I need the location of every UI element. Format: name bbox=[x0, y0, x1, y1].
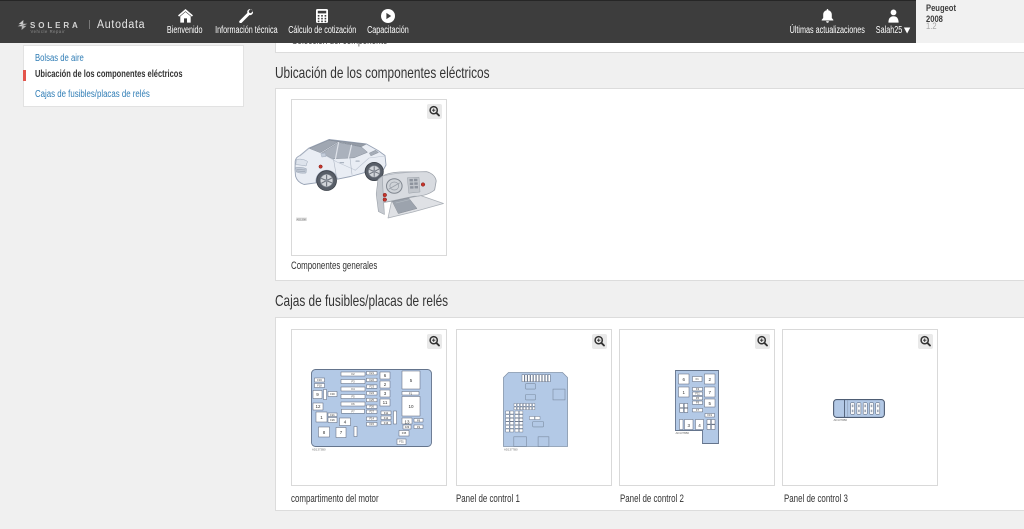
svg-text:10: 10 bbox=[408, 404, 414, 409]
svg-text:F35: F35 bbox=[402, 431, 407, 435]
svg-text:AD1373B0: AD1373B0 bbox=[312, 448, 326, 452]
svg-text:F24: F24 bbox=[369, 391, 374, 395]
svg-text:F21: F21 bbox=[330, 413, 335, 417]
svg-text:13: 13 bbox=[404, 420, 410, 425]
svg-text:F31: F31 bbox=[399, 440, 404, 444]
svg-text:F11: F11 bbox=[384, 411, 389, 415]
svg-text:F26: F26 bbox=[369, 405, 374, 409]
svg-text:F22: F22 bbox=[369, 378, 374, 382]
svg-text:F14: F14 bbox=[369, 417, 374, 421]
svg-text:F19: F19 bbox=[707, 413, 712, 417]
svg-text:F15: F15 bbox=[369, 422, 374, 426]
svg-text:F12: F12 bbox=[384, 416, 389, 420]
svg-text:AD1379B0: AD1379B0 bbox=[834, 418, 848, 422]
svg-text:11: 11 bbox=[383, 400, 388, 405]
svg-text:F27: F27 bbox=[369, 410, 374, 414]
svg-text:F19: F19 bbox=[317, 378, 322, 382]
svg-text:F18: F18 bbox=[317, 384, 322, 388]
svg-text:12: 12 bbox=[315, 404, 321, 409]
svg-text:F21: F21 bbox=[369, 371, 374, 375]
svg-text:AD1378B0: AD1378B0 bbox=[675, 431, 689, 435]
svg-text:F30: F30 bbox=[330, 392, 335, 396]
svg-text:F26: F26 bbox=[330, 418, 335, 422]
svg-text:F29: F29 bbox=[405, 425, 410, 429]
svg-text:F11: F11 bbox=[695, 392, 700, 396]
svg-text:AD1377B0: AD1377B0 bbox=[504, 448, 518, 452]
svg-text:F23: F23 bbox=[369, 385, 374, 389]
svg-text:F25: F25 bbox=[369, 398, 374, 402]
svg-text:F13: F13 bbox=[384, 421, 389, 425]
svg-text:AD1398: AD1398 bbox=[297, 217, 307, 221]
